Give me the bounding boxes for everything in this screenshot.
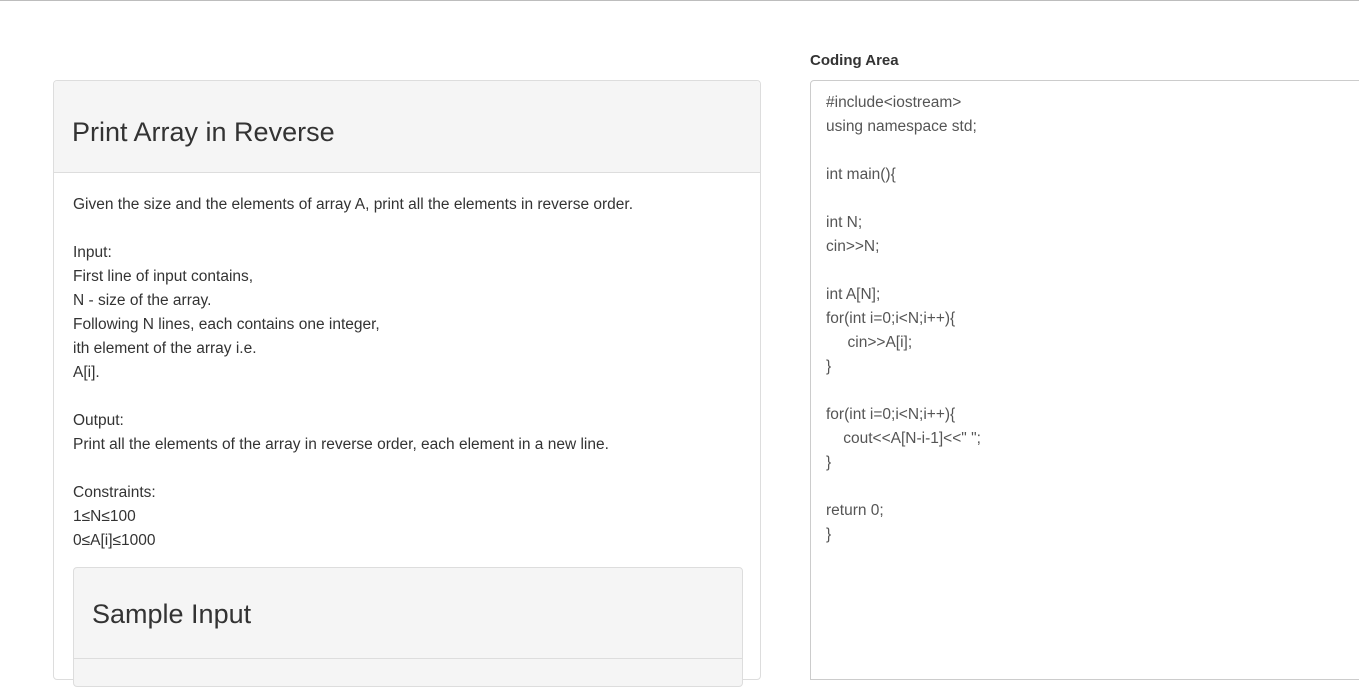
sample-input-heading-divider	[73, 658, 743, 659]
problem-panel-body: Given the size and the elements of array…	[54, 173, 760, 687]
code-editor[interactable]: #include<iostream> using namespace std; …	[810, 80, 1359, 680]
problem-title: Print Array in Reverse	[72, 117, 335, 147]
problem-statement: Given the size and the elements of array…	[73, 196, 634, 549]
problem-panel: Print Array in Reverse Given the size an…	[53, 80, 761, 687]
top-divider	[0, 0, 1359, 1]
sample-input-panel: Sample Input	[73, 567, 743, 687]
sample-input-heading: Sample Input	[92, 599, 252, 629]
coding-area-label: Coding Area	[810, 52, 899, 69]
problem-panel-heading: Print Array in Reverse	[54, 81, 760, 173]
